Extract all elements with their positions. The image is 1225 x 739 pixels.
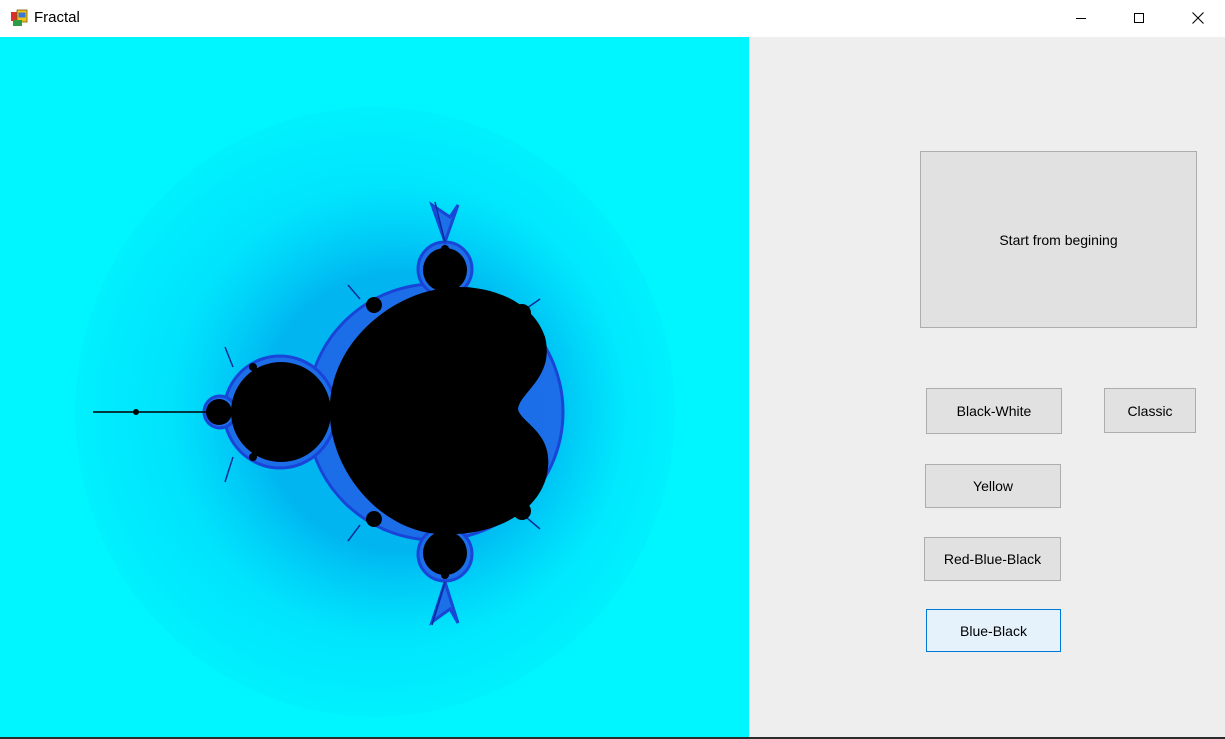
yellow-button[interactable]: Yellow (925, 464, 1061, 508)
minimize-button[interactable] (1058, 0, 1104, 36)
close-icon (1192, 12, 1204, 24)
classic-button[interactable]: Classic (1104, 388, 1196, 433)
close-button[interactable] (1175, 0, 1221, 36)
title-bar: Fractal (0, 0, 1225, 36)
window-title: Fractal (34, 9, 80, 26)
mandelbrot-image (0, 37, 749, 738)
app-icon[interactable] (10, 9, 28, 27)
red-blue-black-button[interactable]: Red-Blue-Black (924, 537, 1061, 581)
start-from-beginning-button[interactable]: Start from begining (920, 151, 1197, 328)
blue-black-button[interactable]: Blue-Black (926, 609, 1061, 652)
minimize-icon (1076, 18, 1086, 19)
control-panel: Start from begining Black-White Classic … (749, 37, 1225, 738)
maximize-button[interactable] (1116, 0, 1162, 36)
black-white-button[interactable]: Black-White (926, 388, 1062, 434)
maximize-icon (1134, 13, 1144, 23)
fractal-canvas[interactable] (0, 37, 749, 738)
